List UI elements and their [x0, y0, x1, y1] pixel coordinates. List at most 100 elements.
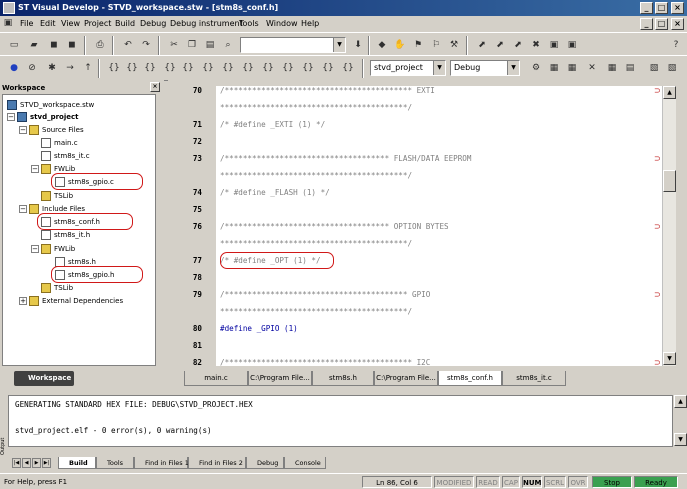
- run-to-icon[interactable]: {}: [200, 60, 216, 76]
- vertical-scrollbar[interactable]: ▲ ▼: [662, 86, 676, 366]
- run-icon[interactable]: ●: [6, 60, 22, 76]
- menu-view[interactable]: View: [61, 18, 80, 30]
- tree-item-source-files[interactable]: − Source Files: [19, 124, 84, 136]
- tab-program-file-1[interactable]: C:\Program File...: [248, 371, 312, 386]
- chevron-down-icon[interactable]: ▼: [333, 38, 345, 52]
- copy-icon[interactable]: ❐: [184, 37, 200, 53]
- build-all-icon[interactable]: ▦: [564, 60, 580, 76]
- new-file-icon[interactable]: ▭: [6, 37, 22, 53]
- paste-icon[interactable]: ▤: [202, 37, 218, 53]
- tab-main-c[interactable]: main.c: [184, 371, 248, 386]
- clean-icon[interactable]: ✕: [584, 60, 600, 76]
- build-icon[interactable]: ⬈: [492, 37, 508, 53]
- step-instr-icon[interactable]: {}: [142, 60, 158, 76]
- memory-icon[interactable]: {}: [300, 60, 316, 76]
- reset-icon[interactable]: {}: [240, 60, 256, 76]
- first-tab-icon[interactable]: |◀: [12, 458, 21, 468]
- chevron-down-icon[interactable]: ▼: [507, 61, 519, 75]
- output-scroll-down-button[interactable]: ▼: [674, 433, 687, 446]
- code-area[interactable]: /***************************************…: [216, 86, 662, 366]
- register-icon[interactable]: {}: [320, 60, 336, 76]
- workspace-tab[interactable]: Workspace: [14, 371, 74, 386]
- next-tab-icon[interactable]: ▶: [32, 458, 41, 468]
- tree-item-tslib-inc[interactable]: TSLib: [41, 282, 73, 294]
- close-button[interactable]: ×: [671, 2, 684, 14]
- debug-mode-icon[interactable]: ▣: [546, 37, 562, 53]
- next-stmt-icon[interactable]: {}: [220, 60, 236, 76]
- clear-bookmarks-icon[interactable]: ⚐: [428, 37, 444, 53]
- menu-debug-instrument[interactable]: Debug instrument: [170, 18, 243, 30]
- doc-minimize-button[interactable]: _: [640, 18, 653, 30]
- project-select[interactable]: stvd_project ▼: [370, 60, 446, 76]
- help-icon[interactable]: ?: [668, 37, 684, 53]
- disassembly-icon[interactable]: {}: [340, 60, 356, 76]
- tab-program-file-2[interactable]: C:\Program File...: [374, 371, 438, 386]
- set-config-icon[interactable]: ⚙: [528, 60, 544, 76]
- tab-build[interactable]: Build: [58, 457, 96, 469]
- chevron-down-icon[interactable]: ▼: [433, 61, 445, 75]
- debug-window-icon[interactable]: ▧: [646, 60, 662, 76]
- menu-file[interactable]: File: [20, 18, 33, 30]
- compile-file-icon[interactable]: ▦: [546, 60, 562, 76]
- step-over-icon[interactable]: {}: [124, 60, 140, 76]
- menu-debug[interactable]: Debug: [140, 18, 166, 30]
- scroll-thumb[interactable]: [663, 170, 676, 192]
- stop-icon[interactable]: ⊘: [24, 60, 40, 76]
- tree-item-main-c[interactable]: main.c: [41, 137, 78, 149]
- expand-icon[interactable]: +: [19, 297, 27, 305]
- step-out-icon[interactable]: ↑: [80, 60, 96, 76]
- collapse-icon[interactable]: −: [19, 205, 27, 213]
- menu-window[interactable]: Window: [266, 18, 298, 30]
- asterisk-icon[interactable]: ✱: [44, 60, 60, 76]
- print-icon[interactable]: ⎙: [92, 37, 108, 53]
- last-tab-icon[interactable]: ▶|: [42, 458, 51, 468]
- doc-restore-button[interactable]: □: [655, 18, 668, 30]
- save-icon[interactable]: ◼: [46, 37, 62, 53]
- tree-item-project[interactable]: − stvd_project: [7, 111, 79, 123]
- rebuild-icon[interactable]: ⬈: [510, 37, 526, 53]
- undo-icon[interactable]: ↶: [120, 37, 136, 53]
- menu-edit[interactable]: Edit: [40, 18, 56, 30]
- document-icon[interactable]: ▣: [2, 16, 14, 30]
- hand-icon[interactable]: ✋: [392, 37, 408, 53]
- find-icon[interactable]: ⌕: [220, 37, 236, 53]
- prev-tab-icon[interactable]: ◀: [22, 458, 31, 468]
- find-combo[interactable]: ▼: [240, 37, 346, 53]
- breakpoint-icon[interactable]: {}: [260, 60, 276, 76]
- maximize-button[interactable]: □: [655, 2, 668, 14]
- menu-build[interactable]: Build: [115, 18, 135, 30]
- rebuild-all-icon[interactable]: ▦: [604, 60, 620, 76]
- minimize-button[interactable]: _: [640, 2, 653, 14]
- save-all-icon[interactable]: ◼: [64, 37, 80, 53]
- toggle-bookmark-icon[interactable]: ⚑: [410, 37, 426, 53]
- tab-find-in-files-2[interactable]: Find in Files 2: [188, 457, 246, 469]
- tool-icon[interactable]: ⚒: [446, 37, 462, 53]
- doc-close-button[interactable]: ×: [671, 18, 684, 30]
- config-select[interactable]: Debug ▼: [450, 60, 520, 76]
- menu-help[interactable]: Help: [301, 18, 319, 30]
- scroll-down-button[interactable]: ▼: [663, 352, 676, 365]
- tree-item-fwlib-inc[interactable]: − FWLib: [31, 243, 75, 255]
- tab-stm8s-conf-h[interactable]: stm8s_conf.h: [438, 371, 502, 386]
- redo-icon[interactable]: ↷: [138, 37, 154, 53]
- tab-stm8s-h[interactable]: stm8s.h: [312, 371, 374, 386]
- tab-debug[interactable]: Debug: [246, 457, 284, 469]
- find-in-files-icon[interactable]: ⬇: [350, 37, 366, 53]
- tree-item-stm8s-it-h[interactable]: stm8s_it.h: [41, 229, 90, 241]
- step-over-instr-icon[interactable]: {}: [162, 60, 178, 76]
- tree-item-tslib[interactable]: TSLib: [41, 190, 73, 202]
- workspace-close-button[interactable]: ×: [150, 82, 160, 92]
- collapse-icon[interactable]: −: [31, 165, 39, 173]
- output-scroll-up-button[interactable]: ▲: [674, 395, 687, 408]
- bookmark-icon[interactable]: ◆: [374, 37, 390, 53]
- tab-tools[interactable]: Tools: [96, 457, 134, 469]
- cut-icon[interactable]: ✂: [166, 37, 182, 53]
- output-text[interactable]: GENERATING STANDARD HEX FILE: DEBUG\STVD…: [8, 395, 673, 447]
- tree-item-workspace[interactable]: STVD_workspace.stw: [7, 99, 94, 111]
- menu-tools[interactable]: Tools: [239, 18, 259, 30]
- tab-stm8s-it-c[interactable]: stm8s_it.c: [502, 371, 566, 386]
- step-into-icon[interactable]: {}: [106, 60, 122, 76]
- step-back-icon[interactable]: {}: [180, 60, 196, 76]
- open-folder-icon[interactable]: ▰: [26, 37, 42, 53]
- watch-icon[interactable]: {}: [280, 60, 296, 76]
